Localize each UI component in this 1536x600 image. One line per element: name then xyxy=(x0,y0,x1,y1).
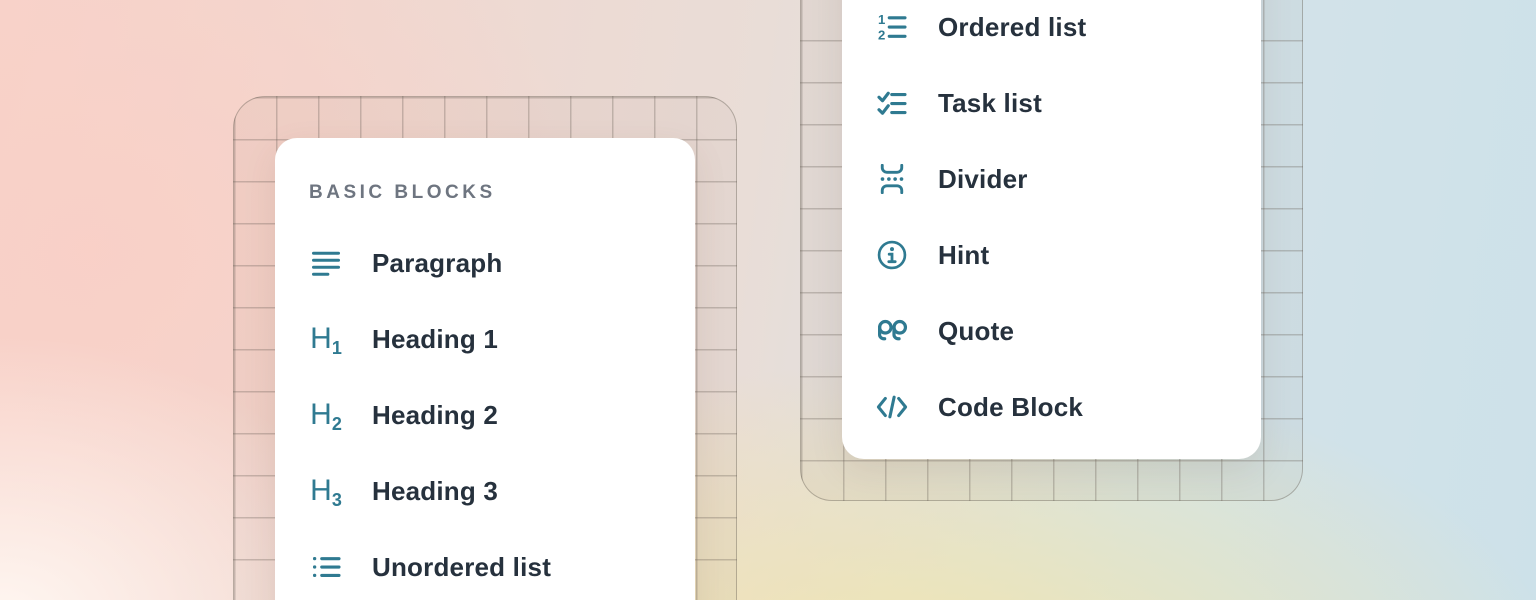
task-list-icon xyxy=(875,86,909,120)
hero-background: BASIC BLOCKS Paragraph H1 Heading 1 xyxy=(0,0,1536,600)
menu-item-unordered-list[interactable]: Unordered list xyxy=(309,529,695,600)
menu-item-label: Heading 3 xyxy=(372,476,498,507)
menu-item-label: Unordered list xyxy=(372,552,551,583)
menu-item-label: Divider xyxy=(938,164,1028,195)
menu-item-ordered-list[interactable]: 1 2 Ordered list xyxy=(875,0,1261,65)
menu-item-label: Heading 1 xyxy=(372,324,498,355)
block-menu-basic-blocks: BASIC BLOCKS Paragraph H1 Heading 1 xyxy=(275,138,695,600)
menu-item-label: Ordered list xyxy=(938,12,1086,43)
menu-item-label: Paragraph xyxy=(372,248,502,279)
menu-item-hint[interactable]: Hint xyxy=(875,217,1261,293)
ordered-list-icon: 1 2 xyxy=(875,10,909,44)
section-header: BASIC BLOCKS xyxy=(309,182,496,204)
menu-item-heading-2[interactable]: H2 Heading 2 xyxy=(309,377,695,453)
menu-item-label: Code Block xyxy=(938,392,1083,423)
unordered-list-icon xyxy=(309,550,343,584)
menu-item-divider[interactable]: Divider xyxy=(875,141,1261,217)
quote-icon xyxy=(875,314,909,348)
svg-text:1: 1 xyxy=(878,12,885,27)
divider-icon xyxy=(875,162,909,196)
menu-item-label: Quote xyxy=(938,316,1014,347)
menu-item-label: Task list xyxy=(938,88,1042,119)
menu-item-label: Hint xyxy=(938,240,989,271)
block-menu-more-blocks: 1 2 Ordered list xyxy=(842,0,1261,459)
menu-items: 1 2 Ordered list xyxy=(875,0,1261,445)
paragraph-icon xyxy=(309,246,343,280)
heading-1-icon: H1 xyxy=(309,322,343,356)
menu-item-quote[interactable]: Quote xyxy=(875,293,1261,369)
code-block-icon xyxy=(875,390,909,424)
menu-item-heading-1[interactable]: H1 Heading 1 xyxy=(309,301,695,377)
menu-item-paragraph[interactable]: Paragraph xyxy=(309,225,695,301)
menu-item-code-block[interactable]: Code Block xyxy=(875,369,1261,445)
heading-3-icon: H3 xyxy=(309,474,343,508)
menu-item-heading-3[interactable]: H3 Heading 3 xyxy=(309,453,695,529)
menu-item-label: Heading 2 xyxy=(372,400,498,431)
hint-icon xyxy=(875,238,909,272)
svg-text:2: 2 xyxy=(878,28,885,43)
heading-2-icon: H2 xyxy=(309,398,343,432)
menu-items: Paragraph H1 Heading 1 H2 Heading 2 H3 H… xyxy=(309,225,695,600)
menu-item-task-list[interactable]: Task list xyxy=(875,65,1261,141)
